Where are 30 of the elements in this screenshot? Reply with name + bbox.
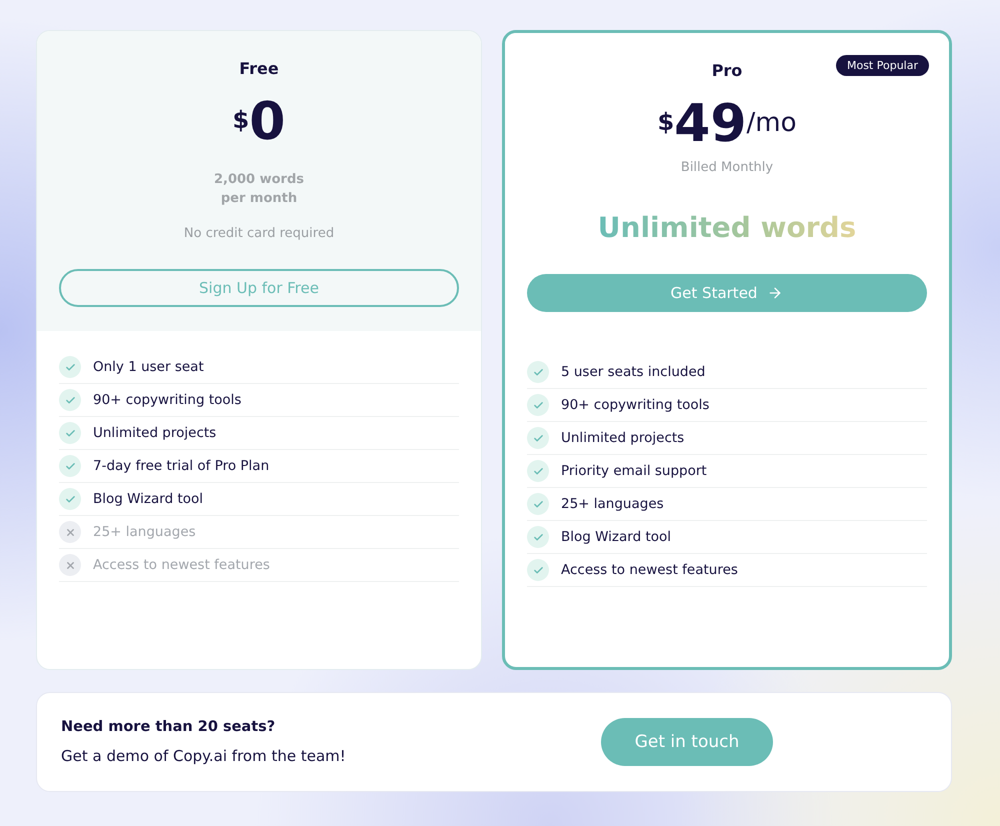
- contact-title: Need more than 20 seats?: [61, 719, 276, 735]
- billing-note: Billed Monthly: [680, 160, 774, 175]
- feature-text: Blog Wizard tool: [561, 529, 672, 545]
- feature-text: Unlimited projects: [93, 425, 216, 441]
- feature-text: 7-day free trial of Pro Plan: [93, 458, 270, 474]
- contact-text: Get a demo of Copy.ai from the team!: [61, 747, 347, 765]
- popular-badge: Most Popular: [836, 55, 929, 76]
- feature-text: Unlimited projects: [561, 430, 684, 446]
- currency-symbol: $: [232, 106, 250, 134]
- plan-name: Free: [239, 59, 279, 78]
- price-amount: 0: [249, 96, 286, 148]
- feature-text: 25+ languages: [93, 524, 196, 540]
- plan-button[interactable]: Get Started: [527, 274, 927, 312]
- plan-note: No credit card required: [184, 226, 334, 241]
- word-limit: 2,000 words per month: [212, 171, 306, 208]
- feature-text: 25+ languages: [561, 496, 664, 512]
- plan-button[interactable]: Sign Up for Free: [59, 269, 459, 307]
- feature-text: Only 1 user seat: [93, 359, 204, 375]
- feature-text: 90+ copywriting tools: [93, 392, 242, 408]
- feature-text: Access to newest features: [561, 562, 738, 578]
- feature-text: Access to newest features: [93, 557, 270, 573]
- get-in-touch-button[interactable]: Get in touch: [601, 718, 773, 766]
- plan-name: Pro: [712, 61, 742, 80]
- price-period: /mo: [746, 108, 797, 138]
- feature-text: Priority email support: [561, 463, 707, 479]
- feature-text: 90+ copywriting tools: [561, 397, 710, 413]
- feature-text: Blog Wizard tool: [93, 491, 204, 507]
- feature-text: 5 user seats included: [561, 364, 706, 380]
- price-amount: 49: [674, 98, 747, 150]
- currency-symbol: $: [657, 108, 674, 136]
